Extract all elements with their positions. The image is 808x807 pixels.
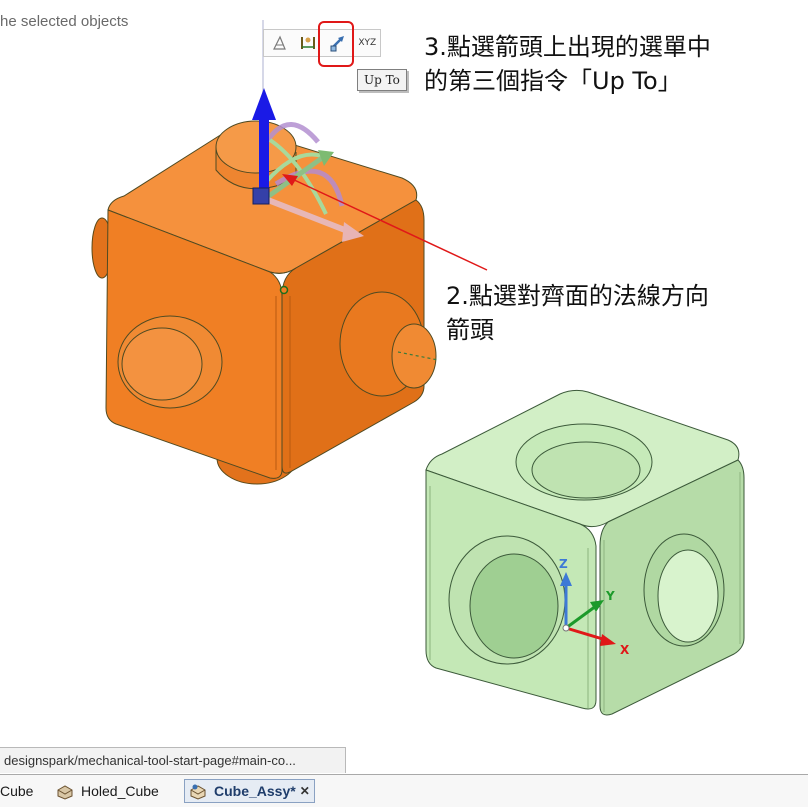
close-icon[interactable]: ✕ [300, 784, 310, 798]
tab-cube-assy[interactable]: Cube_Assy* ✕ [184, 779, 315, 803]
annotation-step3: 3.點選箭頭上出現的選單中 的第三個指令「Up To」 [424, 33, 711, 95]
tab-cube[interactable]: Cube [0, 779, 33, 803]
move-anchor [252, 187, 270, 205]
annotation-step2: 2.點選對齊面的法線方向 箭頭 [446, 282, 709, 344]
normal-arrow-shaft [259, 118, 269, 190]
axis-y-label: Y [605, 589, 615, 603]
tab-holed-cube[interactable]: Holed_Cube [56, 779, 159, 803]
pull-option-icon[interactable] [267, 32, 293, 54]
assembly-file-icon [190, 784, 206, 800]
axis-x-label: X [620, 643, 630, 657]
document-tab-bar: Cube Holed_Cube Cube_Assy* ✕ [0, 774, 808, 807]
part-file-icon [57, 785, 73, 800]
tab-label: Holed_Cube [81, 783, 159, 799]
normal-arrow-head [252, 88, 276, 120]
up-to-tooltip: Up To [357, 69, 407, 91]
model-scene[interactable]: Z Y X [0, 0, 808, 774]
status-url-bar: designspark/mechanical-tool-start-page#m… [0, 747, 346, 773]
tab-label: Cube [0, 783, 34, 799]
design-viewport[interactable]: he selected objects Z Y X XYZ Up To 3.點選… [0, 0, 808, 774]
axis-z-label: Z [559, 557, 568, 571]
green-cube-part [425, 389, 745, 716]
xyz-icon[interactable]: XYZ [355, 32, 381, 54]
tab-label: Cube_Assy* [214, 783, 296, 799]
highlight-up-to-box [318, 21, 354, 67]
